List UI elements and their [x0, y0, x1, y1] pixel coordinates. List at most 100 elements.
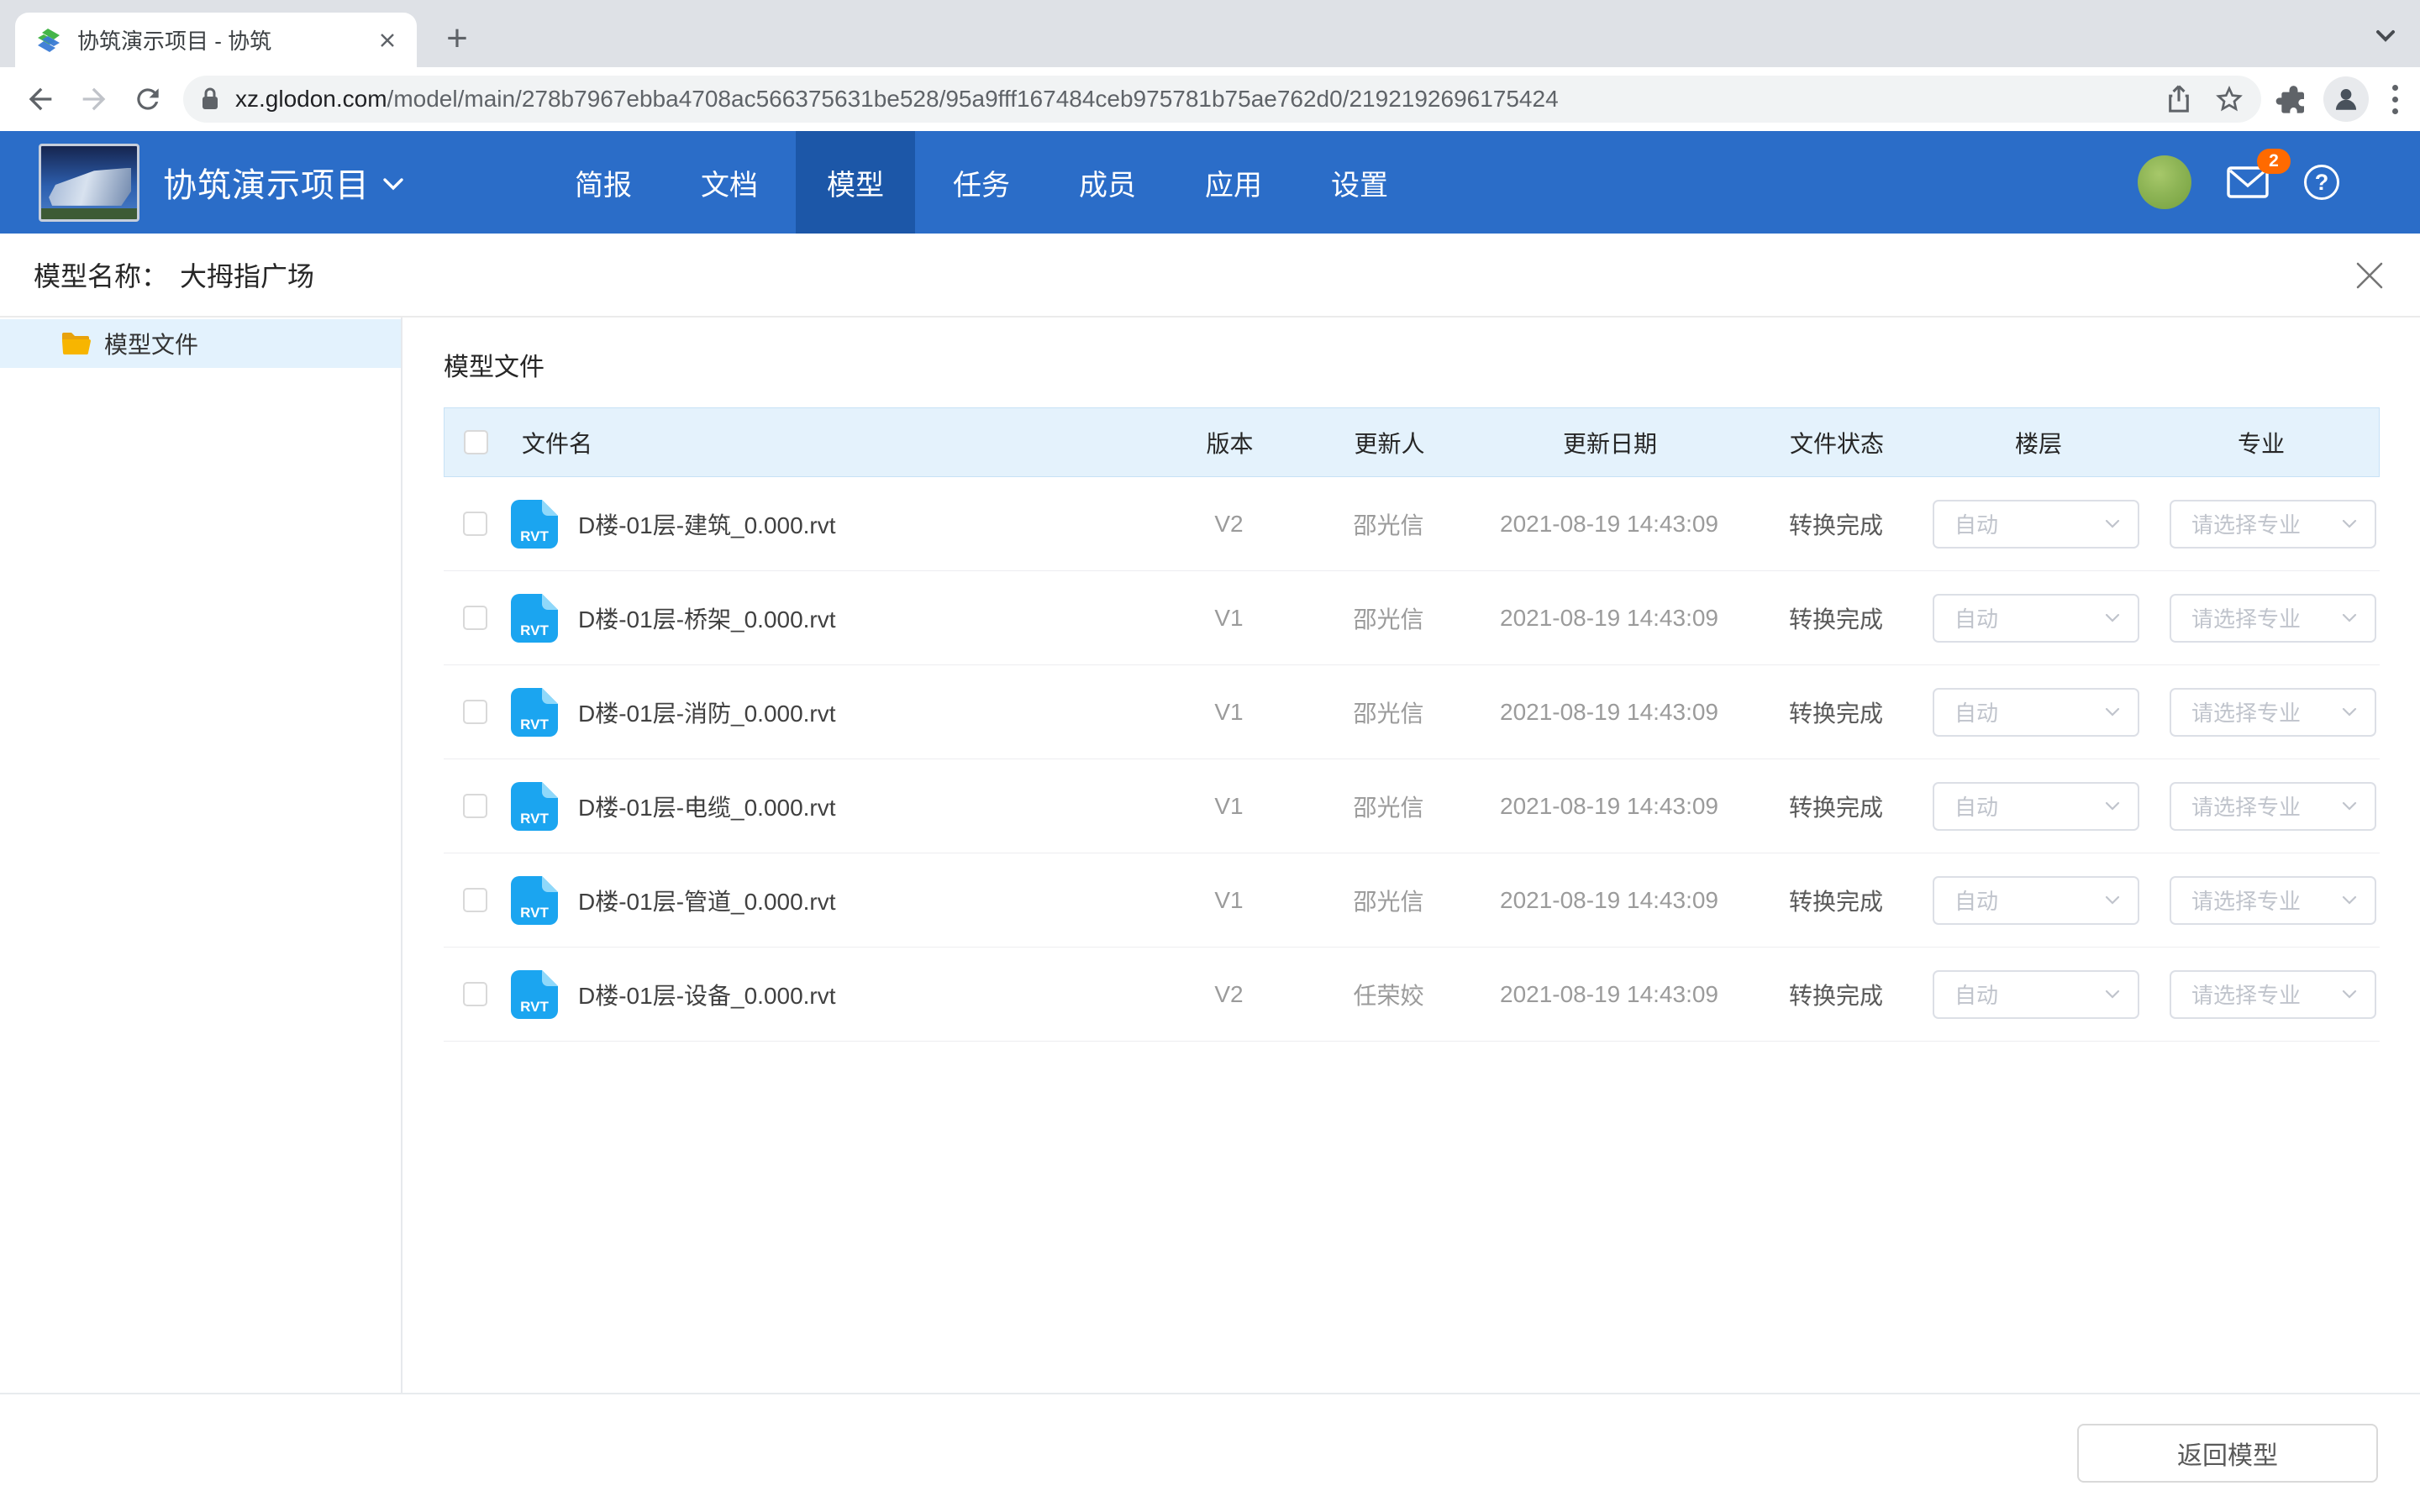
- forward-icon[interactable]: [72, 77, 116, 121]
- specialty-select[interactable]: 请选择专业: [2170, 876, 2376, 925]
- file-name[interactable]: D楼-01层-电缆_0.000.rvt: [578, 790, 836, 823]
- specialty-select-value: 请选择专业: [2191, 508, 2301, 539]
- specialty-select-value: 请选择专业: [2191, 979, 2301, 1010]
- site-favicon: [35, 27, 62, 54]
- sidebar: 模型文件: [0, 318, 402, 1393]
- specialty-select-value: 请选择专业: [2191, 696, 2301, 727]
- browser-profile-icon[interactable]: [2323, 76, 2369, 122]
- floor-select[interactable]: 自动: [1933, 500, 2139, 549]
- nav-item-settings[interactable]: 设置: [1300, 131, 1419, 234]
- extensions-puzzle-icon[interactable]: [2275, 82, 2308, 116]
- sidebar-item-label: 模型文件: [104, 327, 198, 360]
- file-updater: 邵光信: [1298, 884, 1479, 917]
- back-to-model-button[interactable]: 返回模型: [2077, 1424, 2378, 1483]
- column-header-version: 版本: [1160, 426, 1299, 459]
- user-avatar[interactable]: [2138, 155, 2191, 209]
- nav-item-model[interactable]: 模型: [796, 131, 915, 234]
- file-updater: 任荣姣: [1298, 978, 1479, 1011]
- sidebar-item-model-files[interactable]: 模型文件: [0, 319, 401, 368]
- floor-select[interactable]: 自动: [1933, 970, 2139, 1019]
- floor-select[interactable]: 自动: [1933, 688, 2139, 737]
- mail-icon[interactable]: 2: [2227, 165, 2269, 199]
- file-status: 转换完成: [1739, 696, 1933, 729]
- floor-select[interactable]: 自动: [1933, 876, 2139, 925]
- file-status: 转换完成: [1739, 978, 1933, 1011]
- bookmark-star-icon[interactable]: [2214, 84, 2244, 114]
- specialty-select[interactable]: 请选择专业: [2170, 688, 2376, 737]
- nav-item-documents[interactable]: 文档: [670, 131, 789, 234]
- file-version: V1: [1160, 605, 1298, 632]
- rvt-file-icon: RVT: [511, 594, 558, 643]
- tab-search-chevron-icon[interactable]: [2373, 27, 2398, 45]
- nav-item-tasks[interactable]: 任务: [922, 131, 1041, 234]
- row-checkbox[interactable]: [463, 888, 487, 912]
- row-checkbox[interactable]: [463, 982, 487, 1006]
- floor-select[interactable]: 自动: [1933, 782, 2139, 831]
- table-row: RVT D楼-01层-建筑_0.000.rvt V2 邵光信 2021-08-1…: [444, 477, 2380, 571]
- page-footer: 返回模型: [0, 1393, 2420, 1512]
- browser-tab-strip: 协筑演示项目 - 协筑 +: [0, 0, 2420, 67]
- file-name[interactable]: D楼-01层-管道_0.000.rvt: [578, 884, 836, 917]
- select-all-checkbox[interactable]: [464, 430, 488, 454]
- file-update-date: 2021-08-19 14:43:09: [1479, 511, 1739, 538]
- lock-icon: [200, 87, 220, 112]
- nav-item-members[interactable]: 成员: [1048, 131, 1167, 234]
- specialty-select-value: 请选择专业: [2191, 790, 2301, 822]
- floor-select[interactable]: 自动: [1933, 594, 2139, 643]
- rvt-file-icon: RVT: [511, 876, 558, 925]
- floor-select-value: 自动: [1954, 790, 1998, 822]
- file-update-date: 2021-08-19 14:43:09: [1479, 887, 1739, 914]
- svg-text:RVT: RVT: [520, 717, 549, 732]
- browser-tab[interactable]: 协筑演示项目 - 协筑: [15, 13, 417, 67]
- row-checkbox[interactable]: [463, 794, 487, 818]
- tab-close-icon[interactable]: [373, 26, 402, 55]
- file-name[interactable]: D楼-01层-建筑_0.000.rvt: [578, 507, 836, 541]
- specialty-select[interactable]: 请选择专业: [2170, 594, 2376, 643]
- specialty-select[interactable]: 请选择专业: [2170, 782, 2376, 831]
- file-updater: 邵光信: [1298, 790, 1479, 823]
- file-version: V2: [1160, 511, 1298, 538]
- column-header-file-status: 文件状态: [1740, 426, 1933, 459]
- file-update-date: 2021-08-19 14:43:09: [1479, 605, 1739, 632]
- project-logo: [39, 144, 139, 222]
- project-switcher[interactable]: 协筑演示项目: [163, 158, 405, 207]
- column-header-filename: 文件名: [512, 426, 1160, 459]
- file-name[interactable]: D楼-01层-桥架_0.000.rvt: [578, 601, 836, 635]
- nav-item-apps[interactable]: 应用: [1174, 131, 1293, 234]
- file-status: 转换完成: [1739, 884, 1933, 917]
- svg-text:RVT: RVT: [520, 811, 549, 827]
- row-checkbox[interactable]: [463, 512, 487, 536]
- specialty-select[interactable]: 请选择专业: [2170, 970, 2376, 1019]
- reload-icon[interactable]: [126, 77, 170, 121]
- browser-menu-icon[interactable]: [2384, 85, 2407, 114]
- help-icon[interactable]: ?: [2304, 165, 2339, 200]
- file-status: 转换完成: [1739, 790, 1933, 823]
- model-name-label: 模型名称：: [34, 255, 168, 294]
- back-icon[interactable]: [18, 77, 62, 121]
- specialty-select[interactable]: 请选择专业: [2170, 500, 2376, 549]
- rvt-file-icon: RVT: [511, 782, 558, 831]
- close-icon[interactable]: [2353, 259, 2386, 292]
- model-name-value: 大拇指广场: [180, 255, 314, 294]
- address-bar[interactable]: xz.glodon.com/model/main/278b7967ebba470…: [183, 76, 2261, 123]
- nav-item-briefing[interactable]: 简报: [544, 131, 663, 234]
- file-name[interactable]: D楼-01层-消防_0.000.rvt: [578, 696, 836, 729]
- folder-icon: [60, 331, 91, 356]
- row-checkbox[interactable]: [463, 606, 487, 630]
- column-header-updater: 更新人: [1299, 426, 1480, 459]
- row-checkbox[interactable]: [463, 700, 487, 724]
- file-update-date: 2021-08-19 14:43:09: [1479, 793, 1739, 820]
- file-update-date: 2021-08-19 14:43:09: [1479, 699, 1739, 726]
- svg-text:RVT: RVT: [520, 528, 549, 544]
- main-content: 模型文件 文件名 版本 更新人 更新日期 文件状态 楼层 专业 RVT D楼-0…: [402, 318, 2420, 1393]
- floor-select-value: 自动: [1954, 885, 1998, 916]
- file-name[interactable]: D楼-01层-设备_0.000.rvt: [578, 978, 836, 1011]
- table-body: RVT D楼-01层-建筑_0.000.rvt V2 邵光信 2021-08-1…: [444, 477, 2380, 1042]
- new-tab-button[interactable]: +: [434, 15, 481, 62]
- file-status: 转换完成: [1739, 601, 1933, 635]
- table-row: RVT D楼-01层-管道_0.000.rvt V1 邵光信 2021-08-1…: [444, 853, 2380, 948]
- share-icon[interactable]: [2165, 84, 2192, 114]
- floor-select-value: 自动: [1954, 602, 1998, 633]
- file-updater: 邵光信: [1298, 696, 1479, 729]
- file-update-date: 2021-08-19 14:43:09: [1479, 981, 1739, 1008]
